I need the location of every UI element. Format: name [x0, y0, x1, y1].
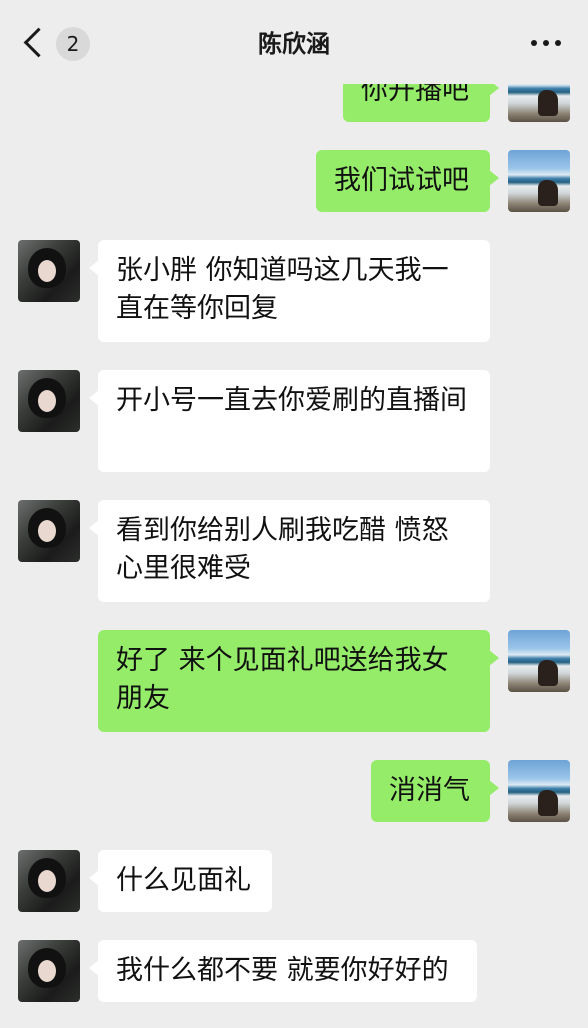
- message-bubble-received[interactable]: 开小号一直去你爱刷的直播间: [89, 370, 490, 472]
- my-avatar[interactable]: [508, 760, 570, 822]
- contact-avatar[interactable]: [18, 240, 80, 302]
- message-bubble-received[interactable]: 张小胖 你知道吗这几天我一直在等你回复: [89, 240, 490, 342]
- contact-avatar[interactable]: [18, 370, 80, 432]
- dot-icon: [555, 40, 561, 46]
- chat-title: 陈欣涵: [258, 30, 330, 58]
- chat-header: 2 陈欣涵: [0, 0, 588, 84]
- my-avatar[interactable]: [508, 150, 570, 212]
- message-bubble-sent[interactable]: 我们试试吧: [316, 150, 499, 212]
- contact-avatar[interactable]: [18, 850, 80, 912]
- message-bubble-received[interactable]: 什么见面礼: [89, 850, 272, 912]
- dot-icon: [531, 40, 537, 46]
- more-options-button[interactable]: [526, 28, 566, 58]
- message-bubble-received[interactable]: 我什么都不要 就要你好好的: [89, 940, 477, 1002]
- contact-avatar[interactable]: [18, 500, 80, 562]
- message-bubble-sent[interactable]: 消消气: [371, 760, 499, 822]
- contact-avatar[interactable]: [18, 940, 80, 1002]
- message-bubble-sent[interactable]: 好了 来个见面礼吧送给我女朋友: [98, 630, 499, 732]
- my-avatar[interactable]: [508, 630, 570, 692]
- dot-icon: [543, 40, 549, 46]
- message-bubble-received[interactable]: 看到你给别人刷我吃醋 愤怒心里很难受: [89, 500, 490, 602]
